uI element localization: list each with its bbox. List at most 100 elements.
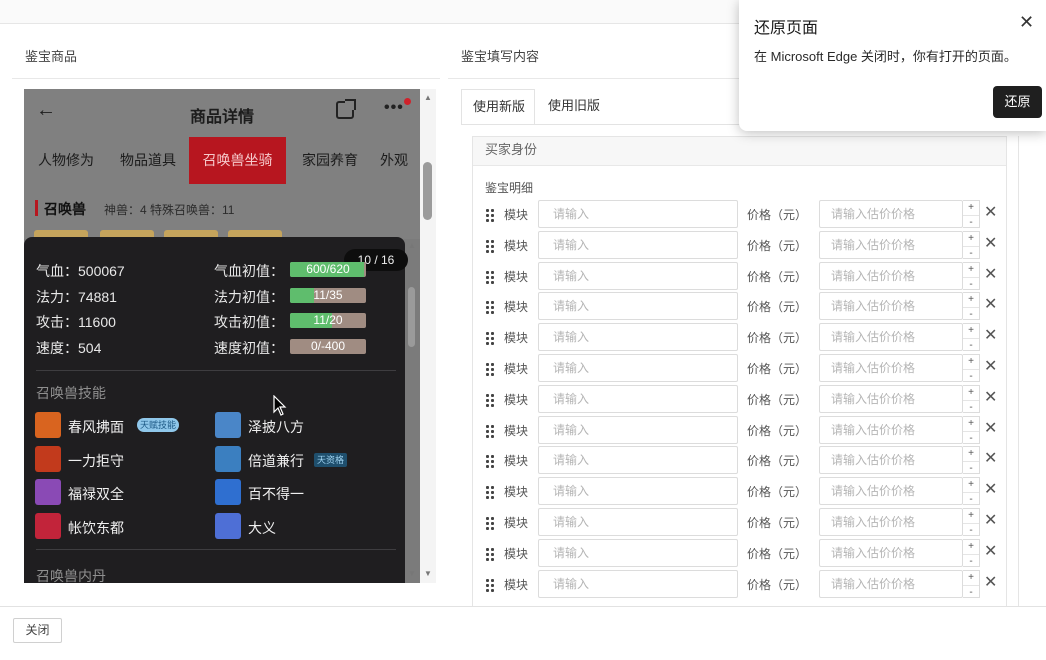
decrement-button[interactable]: -: [963, 553, 979, 568]
increment-button[interactable]: +: [963, 478, 979, 492]
scroll-down-icon[interactable]: ▼: [424, 569, 432, 578]
price-input[interactable]: 请输入估价价格: [819, 415, 963, 444]
remove-row-icon[interactable]: ✕: [984, 418, 997, 438]
increment-button[interactable]: +: [963, 509, 979, 523]
remove-row-icon[interactable]: ✕: [984, 448, 997, 468]
drag-handle-icon[interactable]: [485, 454, 495, 469]
increment-button[interactable]: +: [963, 324, 979, 338]
increment-button[interactable]: +: [963, 540, 979, 554]
decrement-button[interactable]: -: [963, 338, 979, 352]
drag-handle-icon[interactable]: [485, 300, 495, 315]
preview-scroll-thumb[interactable]: [423, 162, 432, 220]
decrement-button[interactable]: -: [963, 369, 979, 383]
remove-row-icon[interactable]: ✕: [984, 325, 997, 345]
price-input[interactable]: 请输入估价价格: [819, 230, 963, 259]
price-input[interactable]: 请输入估价价格: [819, 569, 963, 598]
price-input[interactable]: 请输入估价价格: [819, 261, 963, 290]
remove-row-icon[interactable]: ✕: [984, 541, 997, 561]
form-scroll-track[interactable]: [1018, 136, 1019, 606]
price-input[interactable]: 请输入估价价格: [819, 292, 963, 321]
close-icon[interactable]: ✕: [1019, 12, 1034, 33]
decrement-button[interactable]: -: [963, 461, 979, 475]
close-button[interactable]: 关闭: [13, 618, 62, 643]
module-input[interactable]: 请输入: [538, 538, 738, 567]
decrement-button[interactable]: -: [963, 307, 979, 321]
panel-scrollbar[interactable]: [408, 287, 415, 347]
share-icon[interactable]: [336, 99, 356, 119]
drag-handle-icon[interactable]: [485, 577, 495, 592]
price-input[interactable]: 请输入估价价格: [819, 508, 963, 536]
remove-row-icon[interactable]: ✕: [984, 356, 997, 376]
increment-button[interactable]: +: [963, 201, 979, 215]
category-tab-active[interactable]: 召唤兽坐骑: [189, 137, 286, 184]
decrement-button[interactable]: -: [963, 430, 979, 445]
module-input[interactable]: 请输入: [538, 477, 738, 506]
category-tab[interactable]: 家园养育: [290, 137, 370, 184]
category-tab[interactable]: 外观: [374, 137, 414, 184]
remove-row-icon[interactable]: ✕: [984, 479, 997, 499]
drag-handle-icon[interactable]: [485, 331, 495, 346]
more-icon[interactable]: •••: [384, 99, 404, 117]
scroll-down-icon[interactable]: ▼: [408, 569, 416, 578]
increment-button[interactable]: +: [963, 293, 979, 307]
drag-handle-icon[interactable]: [485, 362, 495, 376]
decrement-button[interactable]: -: [963, 276, 979, 291]
increment-button[interactable]: +: [963, 355, 979, 369]
remove-row-icon[interactable]: ✕: [984, 202, 997, 222]
drag-handle-icon[interactable]: [485, 516, 495, 530]
decrement-button[interactable]: -: [963, 523, 979, 537]
price-input[interactable]: 请输入估价价格: [819, 323, 963, 352]
drag-handle-icon[interactable]: [485, 423, 495, 438]
module-input[interactable]: 请输入: [538, 292, 738, 321]
increment-button[interactable]: +: [963, 263, 979, 277]
tab-old-version[interactable]: 使用旧版: [537, 89, 611, 125]
remove-row-icon[interactable]: ✕: [984, 510, 997, 530]
decrement-button[interactable]: -: [963, 245, 979, 260]
product-preview[interactable]: ← 商品详情 ••• 人物修为 物品道具 召唤兽坐骑 家园养育 外观 召唤兽 神…: [24, 89, 420, 583]
module-input[interactable]: 请输入: [538, 415, 738, 444]
drag-handle-icon[interactable]: [485, 208, 495, 222]
module-input[interactable]: 请输入: [538, 354, 738, 382]
module-input[interactable]: 请输入: [538, 323, 738, 352]
decrement-button[interactable]: -: [963, 399, 979, 414]
price-input[interactable]: 请输入估价价格: [819, 477, 963, 506]
module-input[interactable]: 请输入: [538, 384, 738, 413]
decrement-button[interactable]: -: [963, 584, 979, 599]
price-input[interactable]: 请输入估价价格: [819, 384, 963, 413]
price-input[interactable]: 请输入估价价格: [819, 200, 963, 228]
drag-handle-icon[interactable]: [485, 392, 495, 407]
module-input[interactable]: 请输入: [538, 508, 738, 536]
module-input[interactable]: 请输入: [538, 200, 738, 228]
price-input[interactable]: 请输入估价价格: [819, 354, 963, 382]
category-tab[interactable]: 人物修为: [28, 137, 104, 184]
decrement-button[interactable]: -: [963, 215, 979, 229]
drag-handle-icon[interactable]: [485, 238, 495, 253]
module-input[interactable]: 请输入: [538, 261, 738, 290]
increment-button[interactable]: +: [963, 447, 979, 461]
scroll-up-icon[interactable]: ▲: [408, 241, 416, 250]
remove-row-icon[interactable]: ✕: [984, 294, 997, 314]
remove-row-icon[interactable]: ✕: [984, 233, 997, 253]
increment-button[interactable]: +: [963, 386, 979, 400]
drag-handle-icon[interactable]: [485, 269, 495, 284]
price-label: 价格（元）: [747, 577, 808, 592]
module-input[interactable]: 请输入: [538, 446, 738, 475]
increment-button[interactable]: +: [963, 232, 979, 246]
inner-core-title: 召唤兽内丹: [36, 568, 106, 583]
price-input[interactable]: 请输入估价价格: [819, 538, 963, 567]
increment-button[interactable]: +: [963, 417, 979, 431]
category-tab[interactable]: 物品道具: [108, 137, 188, 184]
drag-handle-icon[interactable]: [485, 546, 495, 561]
remove-row-icon[interactable]: ✕: [984, 387, 997, 407]
module-input[interactable]: 请输入: [538, 230, 738, 259]
restore-button[interactable]: 还原: [993, 86, 1042, 118]
decrement-button[interactable]: -: [963, 492, 979, 506]
price-input[interactable]: 请输入估价价格: [819, 446, 963, 475]
scroll-up-icon[interactable]: ▲: [424, 93, 432, 102]
tab-new-version[interactable]: 使用新版: [461, 89, 535, 125]
drag-handle-icon[interactable]: [485, 485, 495, 500]
remove-row-icon[interactable]: ✕: [984, 572, 997, 592]
remove-row-icon[interactable]: ✕: [984, 264, 997, 284]
increment-button[interactable]: +: [963, 571, 979, 585]
module-input[interactable]: 请输入: [538, 569, 738, 598]
